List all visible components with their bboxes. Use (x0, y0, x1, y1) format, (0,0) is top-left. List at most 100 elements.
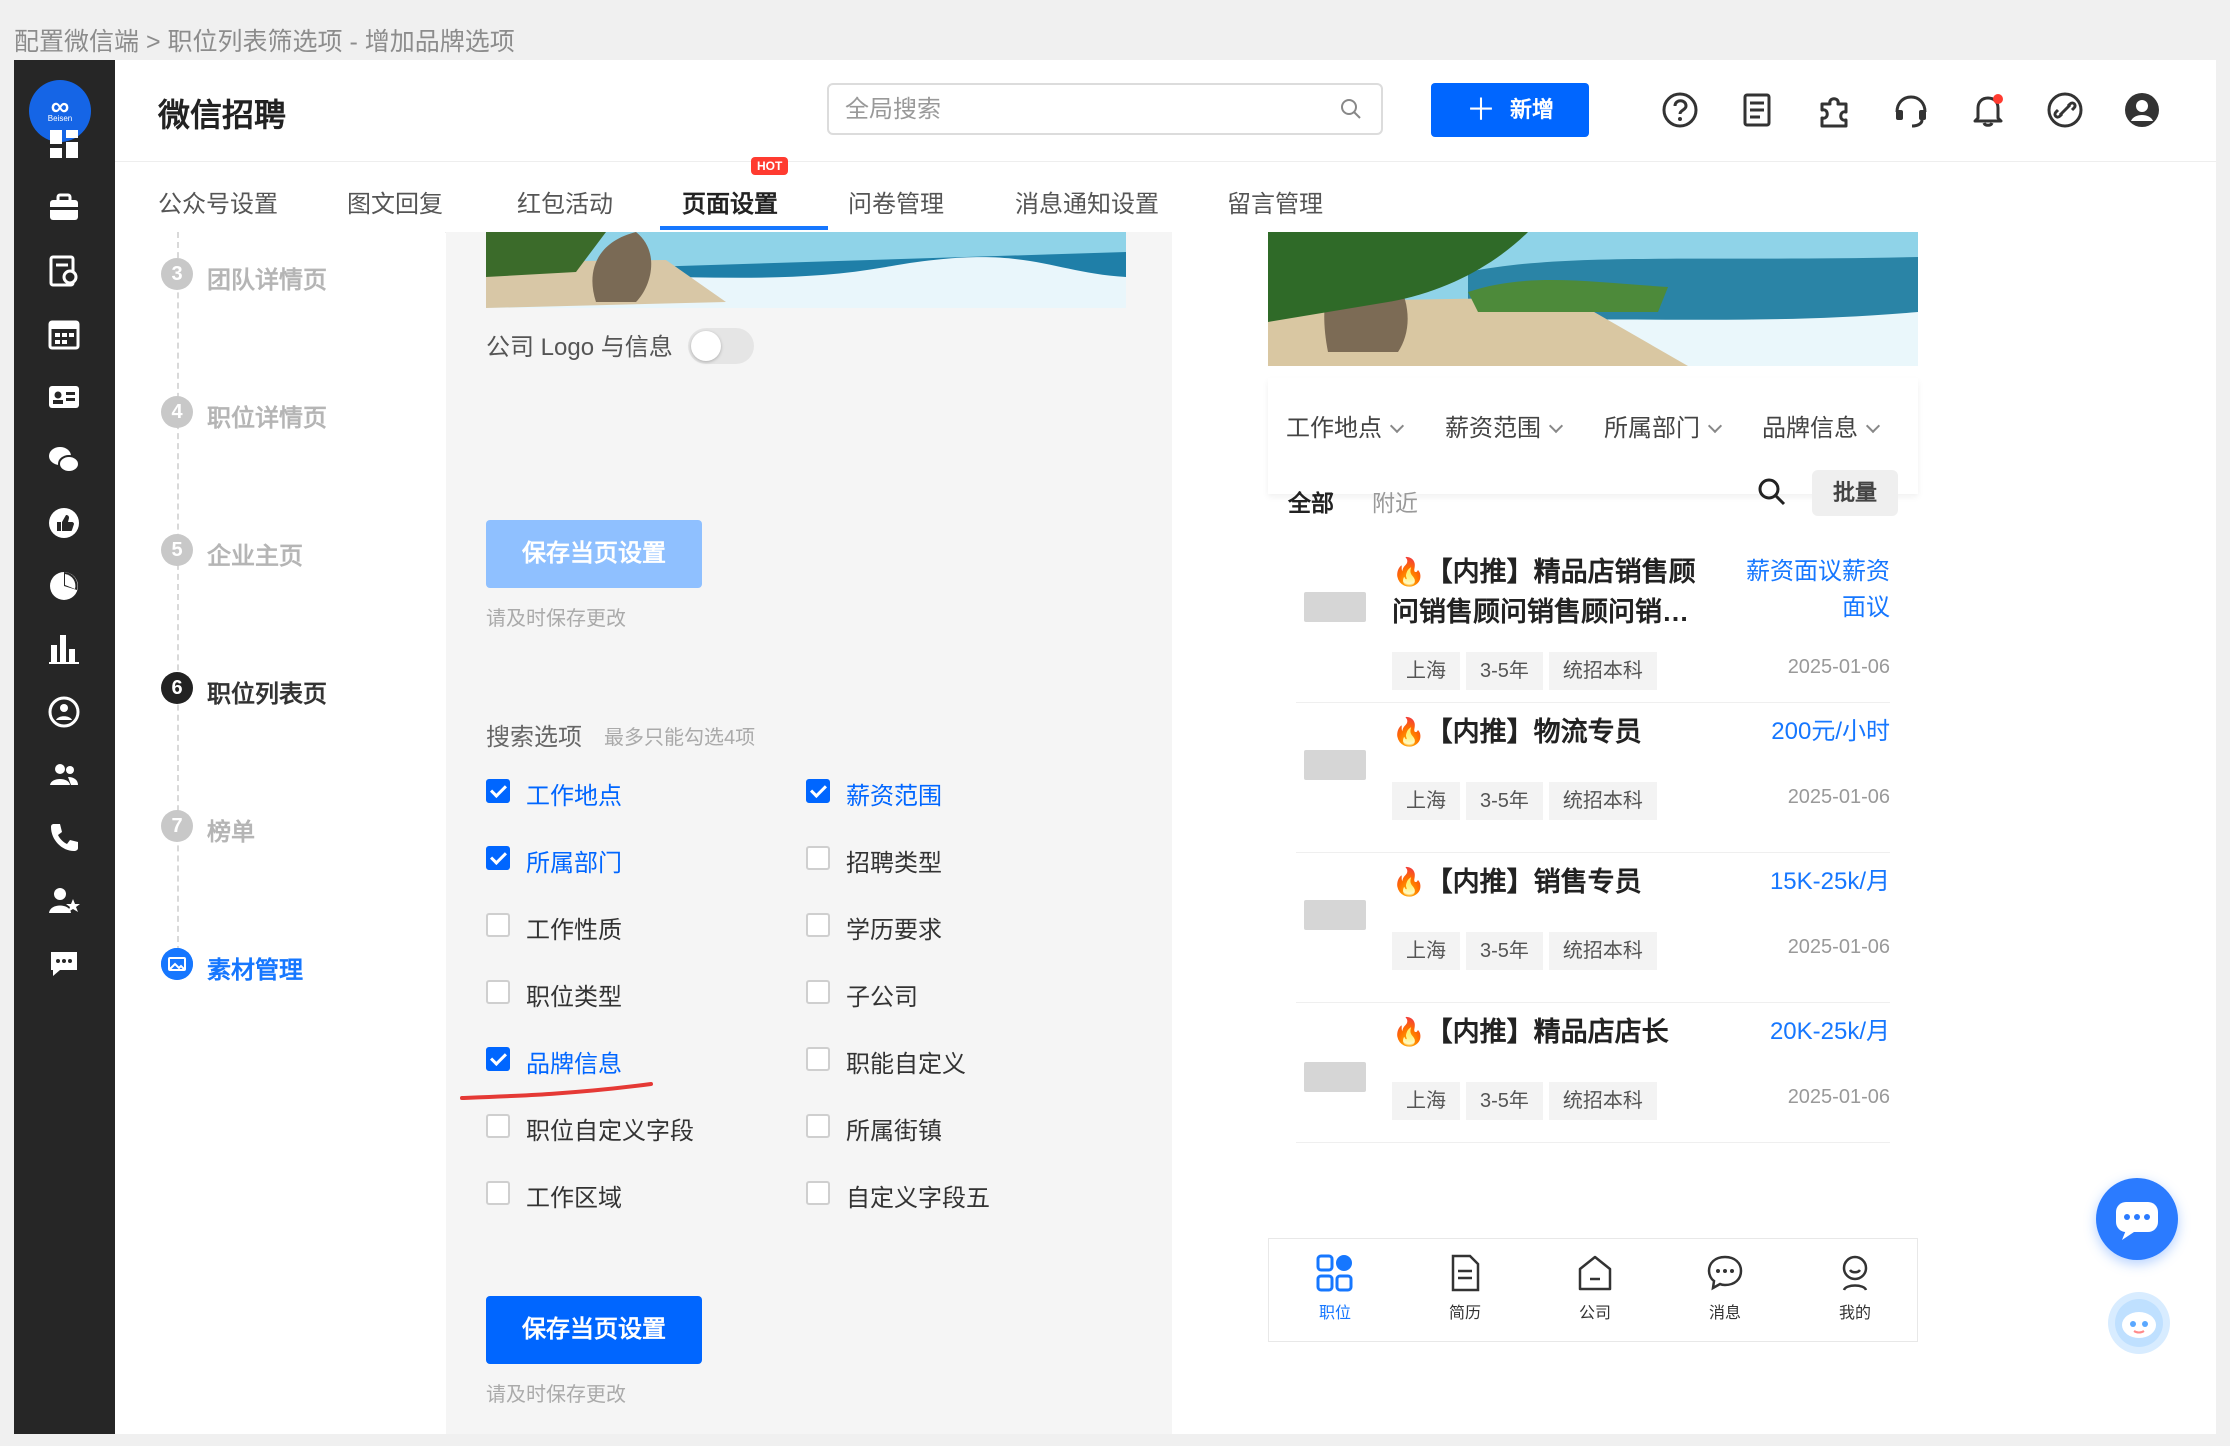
nav-label: 简历 (1448, 1305, 1481, 1322)
preview-banner-image (1268, 232, 1918, 366)
filter-label: 品牌信息 (1762, 415, 1858, 442)
step-label: 团队详情页 (207, 267, 327, 294)
job-salary: 15K-25k/月 (1769, 868, 1890, 895)
filter-work-location[interactable]: 工作地点 (1286, 408, 1405, 443)
company-logo (1304, 750, 1366, 780)
nav-label: 职位 (1318, 1305, 1351, 1322)
scope-nearby-tab[interactable]: 附近 (1372, 484, 1418, 518)
nav-company[interactable]: 公司 (1555, 1253, 1635, 1323)
app-title: 微信招聘 (158, 97, 287, 133)
chevron-down-icon (1865, 418, 1881, 434)
add-button[interactable]: ＋ 新增 (1431, 83, 1589, 137)
chat-bubble-icon (2116, 1202, 2158, 1240)
dashboard-icon[interactable] (44, 126, 84, 166)
tab-graphic-reply[interactable]: 图文回复 (347, 184, 443, 219)
job-tags: 上海 3-5年 统招本科 (1392, 932, 1663, 970)
thumbs-up-icon[interactable] (44, 505, 84, 545)
filter-salary-range[interactable]: 薪资范围 (1445, 408, 1564, 443)
app-window: ∞ Beisen 微信招聘 全局搜索 ＋ 新增 公众号设置 图文回复 红包活动 … (14, 60, 2216, 1434)
step-label: 职位详情页 (207, 405, 327, 432)
bar-chart-icon[interactable] (44, 631, 84, 671)
job-salary: 薪资面议薪资面议 (1746, 558, 1890, 621)
tab-message-management[interactable]: 留言管理 (1227, 184, 1323, 219)
tab-official-account[interactable]: 公众号设置 (158, 184, 278, 219)
document-icon[interactable] (1737, 90, 1777, 130)
image-icon (161, 948, 193, 980)
user-avatar-icon[interactable] (2122, 90, 2162, 130)
breadcrumb: 配置微信端 > 职位列表筛选项 - 增加品牌选项 (14, 28, 515, 56)
fire-icon: 🔥 (1392, 1017, 1426, 1047)
company-logo (1304, 1062, 1366, 1092)
nav-messages[interactable]: 消息 (1685, 1253, 1765, 1323)
phone-icon[interactable] (44, 820, 84, 860)
nav-label: 公司 (1578, 1305, 1611, 1322)
briefcase-icon[interactable] (44, 190, 84, 230)
pie-chart-icon[interactable] (44, 568, 84, 608)
nav-mine[interactable]: 我的 (1815, 1253, 1895, 1323)
preview-search-icon[interactable] (1756, 476, 1788, 513)
job-salary: 200元/小时 (1771, 718, 1890, 745)
fire-icon: 🔥 (1392, 717, 1426, 747)
calendar-icon[interactable] (44, 316, 84, 356)
hot-badge: HOT (751, 157, 789, 175)
nav-resume[interactable]: 简历 (1425, 1253, 1505, 1323)
global-search[interactable] (827, 83, 1383, 135)
tag-experience: 3-5年 (1466, 652, 1543, 690)
job-date: 2025-01-06 (1787, 1086, 1890, 1108)
user-star-icon[interactable] (44, 883, 84, 923)
job-salary: 20K-25k/月 (1769, 1018, 1890, 1045)
step-label: 企业主页 (207, 543, 303, 570)
id-card-icon[interactable] (44, 379, 84, 419)
nav-jobs[interactable]: 职位 (1295, 1253, 1375, 1323)
mobile-preview-panel: 工作地点 薪资范围 所属部门 品牌信息 全部 附近 批量 🔥【内推】精品店销售顾… (1172, 232, 2216, 1434)
top-header: 微信招聘 ＋ 新增 (115, 60, 2216, 162)
tag-experience: 3-5年 (1466, 932, 1543, 970)
tab-questionnaire[interactable]: 问卷管理 (848, 184, 944, 219)
tab-page-settings[interactable]: 页面设置 (682, 184, 778, 219)
plugin-icon[interactable] (1814, 90, 1854, 130)
link-icon[interactable] (2045, 90, 2085, 130)
filter-department[interactable]: 所属部门 (1604, 408, 1723, 443)
wechat-icon[interactable] (44, 442, 84, 482)
save-page-settings-button[interactable]: 保存当页设置 (486, 1296, 702, 1364)
resume-search-icon[interactable] (44, 253, 84, 293)
filter-brand-info[interactable]: 品牌信息 (1762, 408, 1881, 443)
fire-icon: 🔥 (1392, 867, 1426, 897)
help-icon[interactable] (1660, 90, 1700, 130)
filter-label: 所属部门 (1604, 415, 1700, 442)
search-icon[interactable] (1339, 97, 1363, 126)
job-title: 🔥【内推】精品店店长 (1392, 1017, 1669, 1047)
tag-education: 统招本科 (1548, 652, 1657, 690)
scope-all-tab[interactable]: 全部 (1288, 484, 1334, 518)
person-circle-icon[interactable] (44, 694, 84, 734)
tab-notification-settings[interactable]: 消息通知设置 (1015, 184, 1159, 219)
job-card[interactable]: 🔥【内推】销售专员 15K-25k/月 上海 3-5年 统招本科 2025-01-0… (1296, 852, 1890, 1003)
job-card[interactable]: 🔥【内推】精品店店长 20K-25k/月 上海 3-5年 统招本科 2025-01-… (1296, 1002, 1890, 1143)
message-icon[interactable] (44, 946, 84, 986)
step-label: 职位列表页 (207, 681, 327, 708)
fire-icon: 🔥 (1392, 557, 1426, 587)
job-card[interactable]: 🔥【内推】精品店销售顾问销售顾问销售顾问销… 薪资面议薪资面议 上海 3-5年 统招… (1296, 542, 1890, 703)
job-card[interactable]: 🔥【内推】物流专员 200元/小时 上海 3-5年 统招本科 2025-01-06 (1296, 702, 1890, 853)
job-title: 🔥【内推】精品店销售顾问销售顾问销售顾问销… (1392, 557, 1696, 627)
company-icon (1578, 1255, 1612, 1291)
tag-city: 上海 (1392, 1082, 1460, 1120)
job-tags: 上海 3-5年 统招本科 (1392, 782, 1663, 820)
support-icon[interactable] (1891, 90, 1931, 130)
chevron-down-icon (1548, 418, 1564, 434)
bell-icon[interactable] (1968, 90, 2008, 130)
settings-panel: 公司 Logo 与信息 保存当页设置 请及时保存更改 搜索选项 最多只能勾选4项… (446, 232, 1172, 1434)
tag-education: 统招本科 (1548, 932, 1657, 970)
batch-button[interactable]: 批量 (1812, 470, 1898, 516)
company-logo (1304, 900, 1366, 930)
job-date: 2025-01-06 (1787, 936, 1890, 958)
save-hint: 请及时保存更改 (486, 1384, 626, 1406)
tab-red-packet[interactable]: 红包活动 (517, 184, 613, 219)
chat-bubble-button[interactable] (2096, 1178, 2178, 1260)
profile-icon (1842, 1255, 1868, 1291)
assistant-bot-icon[interactable] (2108, 1292, 2170, 1354)
search-input[interactable] (843, 93, 1327, 127)
nav-label: 消息 (1708, 1305, 1741, 1322)
team-icon[interactable] (44, 757, 84, 797)
chevron-down-icon (1389, 418, 1405, 434)
